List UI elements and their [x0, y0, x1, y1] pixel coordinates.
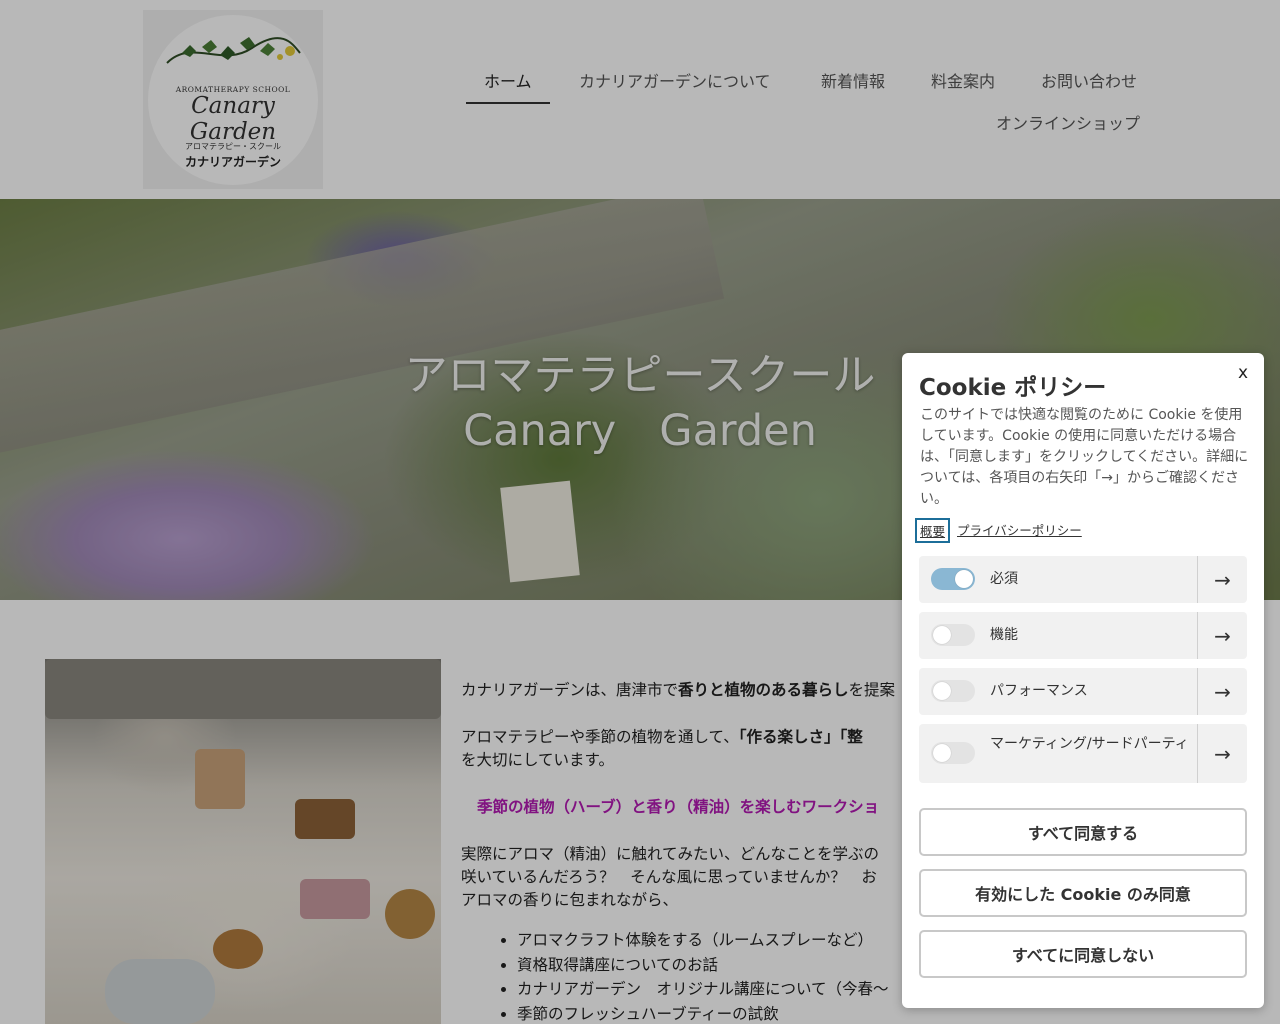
cookie-category-functional: 機能 →	[919, 612, 1247, 659]
toggle-performance[interactable]	[931, 680, 975, 702]
toggle-marketing[interactable]	[931, 742, 975, 764]
cookie-category-performance: パフォーマンス →	[919, 668, 1247, 715]
cookie-category-required: 必須 →	[919, 556, 1247, 603]
toggle-required[interactable]	[931, 568, 975, 590]
accept-selected-button[interactable]: 有効にした Cookie のみ同意	[919, 869, 1247, 917]
category-label: パフォーマンス	[990, 683, 1088, 699]
close-icon[interactable]: x	[1232, 361, 1254, 385]
cookie-title: Cookie ポリシー	[919, 375, 1107, 401]
arrow-right-icon[interactable]: →	[1197, 668, 1247, 715]
category-label: マーケティング/サードパーティ	[990, 736, 1189, 752]
category-label: 必須	[990, 571, 1018, 587]
reject-all-button[interactable]: すべてに同意しない	[919, 930, 1247, 978]
cookie-category-marketing: マーケティング/サードパーティ →	[919, 724, 1247, 783]
tab-privacy-policy[interactable]: プライバシーポリシー	[957, 520, 1082, 539]
accept-all-button[interactable]: すべて同意する	[919, 808, 1247, 856]
cookie-policy-dialog: x Cookie ポリシー このサイトでは快適な閲覧のために Cookie を使…	[902, 353, 1264, 1008]
cookie-description: このサイトでは快適な閲覧のために Cookie を使用しています。Cookie …	[920, 407, 1249, 507]
arrow-right-icon[interactable]: →	[1197, 612, 1247, 659]
toggle-functional[interactable]	[931, 624, 975, 646]
category-label: 機能	[990, 627, 1018, 643]
tab-overview[interactable]: 概要	[915, 518, 951, 543]
arrow-right-icon[interactable]: →	[1197, 556, 1247, 603]
arrow-right-icon[interactable]: →	[1197, 724, 1247, 783]
